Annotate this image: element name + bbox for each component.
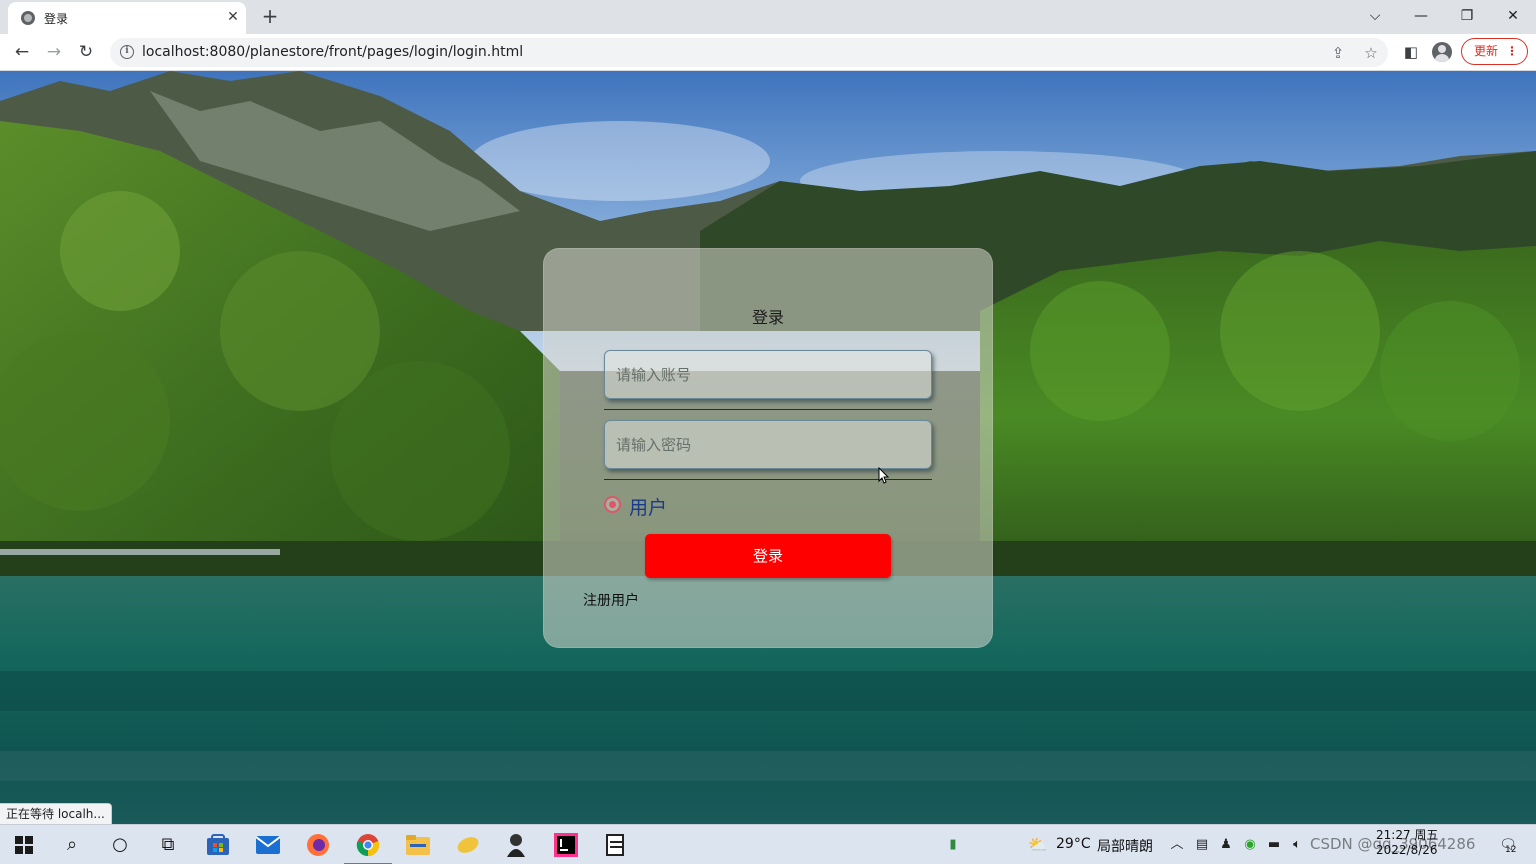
profile-icon[interactable] bbox=[1432, 42, 1452, 62]
weather-temp[interactable]: 29°C bbox=[1056, 836, 1091, 852]
register-link[interactable]: 注册用户 bbox=[583, 590, 639, 610]
battery-icon[interactable]: ▮ bbox=[944, 836, 962, 854]
role-label[interactable]: 用户 bbox=[629, 493, 667, 520]
arrow-right-icon[interactable]: → bbox=[41, 40, 67, 64]
mouse-cursor-icon bbox=[878, 467, 890, 484]
clock-time: 21:27 周五 bbox=[1376, 828, 1439, 842]
role-radio[interactable] bbox=[604, 496, 621, 513]
address-bar[interactable]: i localhost:8080/planestore/front/pages/… bbox=[110, 38, 1388, 67]
intellij-icon[interactable] bbox=[552, 831, 580, 859]
minimize-button[interactable]: — bbox=[1408, 4, 1434, 28]
file-explorer-icon[interactable] bbox=[404, 831, 432, 859]
globe-icon bbox=[21, 11, 35, 25]
close-window-button[interactable]: ✕ bbox=[1500, 4, 1526, 28]
page-viewport: 登录 用户 登录 注册用户 正在等待 localh... bbox=[0, 71, 1536, 824]
clock-date: 2022/8/26 bbox=[1376, 843, 1438, 857]
chrome-icon[interactable] bbox=[344, 831, 392, 864]
qq-icon[interactable]: ♟ bbox=[1217, 836, 1235, 854]
address-url[interactable]: localhost:8080/planestore/front/pages/lo… bbox=[142, 44, 523, 60]
windows-start-icon[interactable] bbox=[10, 831, 38, 859]
weather-icon[interactable]: ⛅ bbox=[1026, 836, 1050, 854]
store-icon[interactable] bbox=[204, 831, 232, 859]
login-title: 登录 bbox=[751, 308, 784, 327]
menu-dots-icon: ⋮ bbox=[1506, 44, 1518, 58]
update-button[interactable]: 更新 ⋮ bbox=[1461, 38, 1528, 65]
info-icon[interactable]: i bbox=[120, 45, 134, 59]
login-button[interactable]: 登录 bbox=[645, 534, 891, 578]
tab-title: 登录 bbox=[44, 12, 69, 26]
arrow-left-icon[interactable]: ← bbox=[9, 40, 35, 64]
weather-desc[interactable]: 局部晴朗 bbox=[1097, 836, 1153, 856]
restore-button[interactable]: ❐ bbox=[1454, 4, 1480, 28]
taskbar: ⌕ ○ ⧉ ▮ ⛅ 29°C 局部晴朗 ︿ ▤ ♟ ◉ ▬ 🔈︎ CSDN @q… bbox=[0, 824, 1536, 864]
update-label: 更新 bbox=[1474, 44, 1499, 58]
tab-strip: 登录 ✕ + ⌵ — ❐ ✕ bbox=[0, 0, 1536, 34]
new-tab-button[interactable]: + bbox=[258, 5, 282, 29]
power-icon[interactable]: ▬ bbox=[1265, 836, 1283, 854]
account-input[interactable] bbox=[604, 350, 932, 399]
notes-app-icon[interactable] bbox=[454, 831, 482, 859]
printer-icon[interactable]: ▤ bbox=[1193, 836, 1211, 854]
status-bubble: 正在等待 localh... bbox=[0, 803, 112, 824]
side-panel-icon[interactable]: ◧ bbox=[1399, 40, 1423, 64]
tab-close-button[interactable]: ✕ bbox=[223, 7, 243, 27]
task-view-icon[interactable]: ⧉ bbox=[154, 831, 182, 859]
star-icon[interactable]: ☆ bbox=[1360, 42, 1382, 64]
password-input[interactable] bbox=[604, 420, 932, 469]
browser-toolbar: ← → ↻ i localhost:8080/planestore/front/… bbox=[0, 34, 1536, 71]
user-app-icon[interactable] bbox=[502, 831, 530, 859]
cortana-icon[interactable]: ○ bbox=[106, 831, 134, 859]
account-underline bbox=[604, 409, 932, 410]
search-icon[interactable]: ⌕ bbox=[58, 831, 86, 859]
volume-icon[interactable]: 🔈︎ bbox=[1288, 836, 1306, 854]
reload-icon[interactable]: ↻ bbox=[73, 40, 99, 64]
firefox-icon[interactable] bbox=[304, 831, 332, 859]
chevron-up-icon[interactable]: ︿ bbox=[1168, 836, 1186, 854]
document-app-icon[interactable] bbox=[602, 831, 630, 859]
sync-icon[interactable]: ◉ bbox=[1241, 836, 1259, 854]
clock[interactable]: 21:27 周五 2022/8/26 bbox=[1376, 828, 1438, 858]
tab-search-chevron-icon[interactable]: ⌵ bbox=[1362, 4, 1388, 28]
share-icon[interactable]: ⇪ bbox=[1327, 42, 1349, 64]
tab-login[interactable]: 登录 ✕ bbox=[8, 2, 246, 34]
notification-count: 12 bbox=[1505, 845, 1517, 855]
mail-icon[interactable] bbox=[254, 831, 282, 859]
login-card: 登录 用户 登录 注册用户 bbox=[543, 248, 993, 648]
